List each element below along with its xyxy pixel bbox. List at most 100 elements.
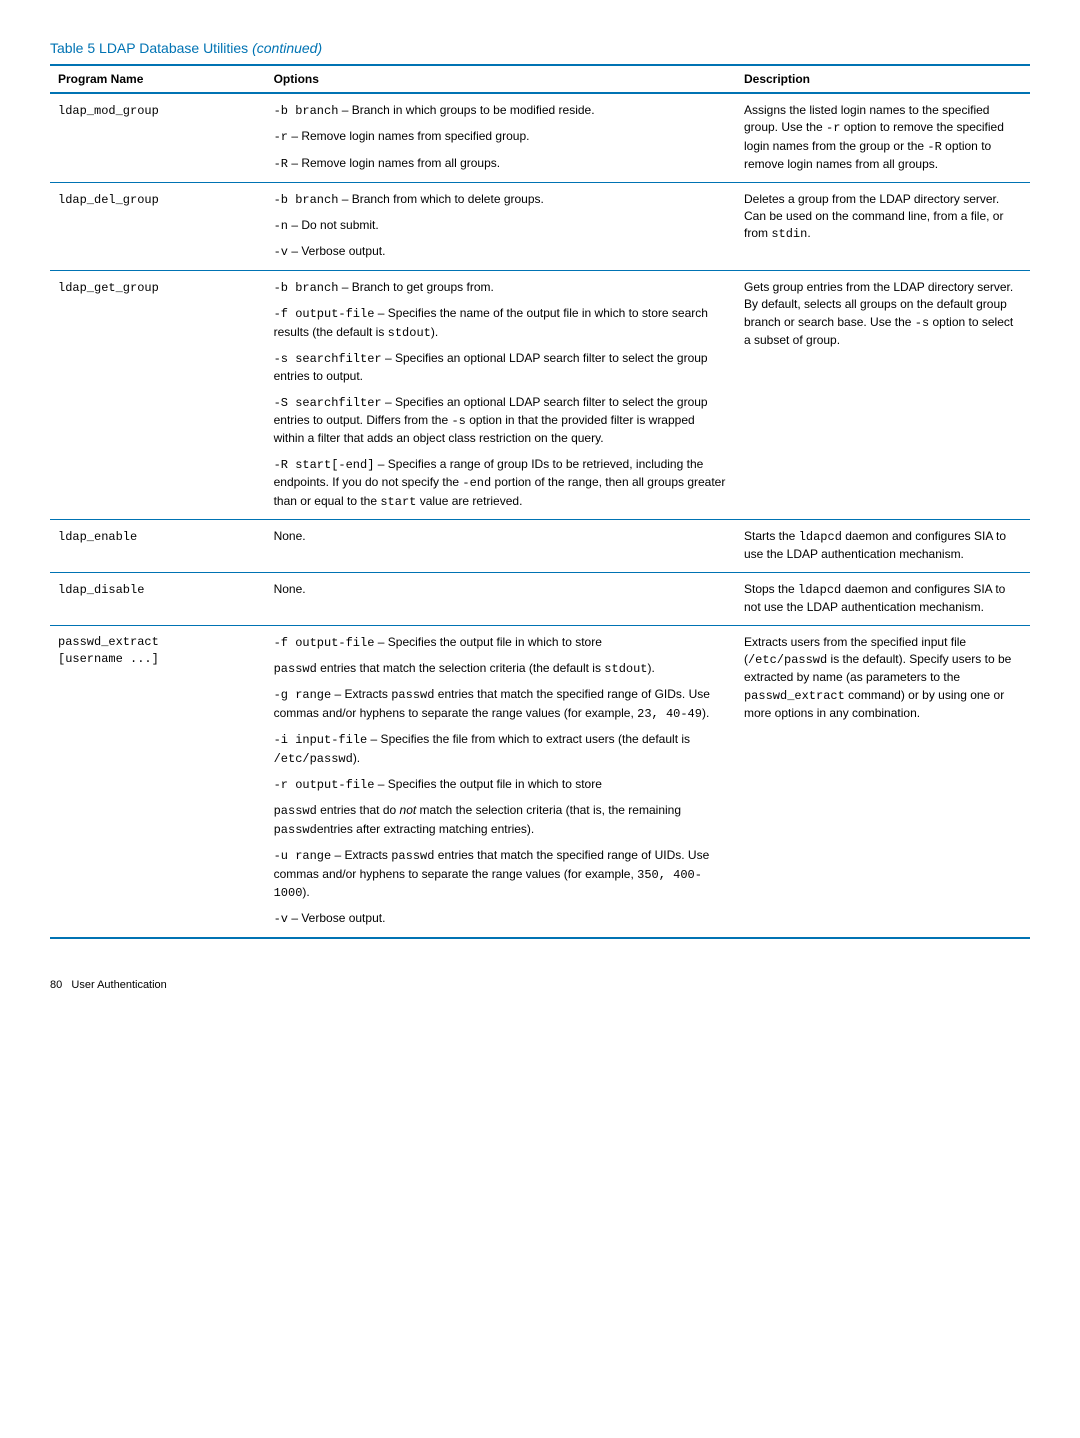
description-code: -R: [927, 140, 941, 154]
option-text: – Branch to get groups from.: [338, 280, 493, 294]
table-row: ldap_get_group -b branch – Branch to get…: [50, 270, 1030, 519]
option-block: -R – Remove login names from all groups.: [274, 155, 728, 173]
option-text: ).: [431, 325, 438, 339]
option-block: -g range – Extracts passwd entries that …: [274, 686, 728, 723]
option-flag: -u range: [274, 849, 332, 863]
program-name: ldap_get_group: [58, 281, 159, 295]
description-cell: Starts the ldapcd daemon and configures …: [736, 520, 1030, 573]
program-name: passwd_extract: [58, 634, 258, 651]
option-text: – Branch from which to delete groups.: [338, 192, 543, 206]
description-text: Stops the: [744, 582, 798, 596]
option-text: – Branch in which groups to be modified …: [338, 103, 594, 117]
option-code: passwd: [391, 849, 434, 863]
description-cell: Deletes a group from the LDAP directory …: [736, 182, 1030, 270]
option-block: -v – Verbose output.: [274, 243, 728, 261]
page-footer: 80 User Authentication: [50, 979, 1030, 991]
option-text: – Specifies the output file in which to …: [374, 777, 601, 791]
description-cell: Extracts users from the specified input …: [736, 625, 1030, 938]
option-block: -s searchfilter – Specifies an optional …: [274, 350, 728, 386]
option-code: passwd: [274, 804, 317, 818]
table-caption: Table 5 LDAP Database Utilities (continu…: [50, 40, 1030, 56]
option-text: entries that match the selection criteri…: [317, 661, 604, 675]
description-text: .: [807, 226, 810, 240]
option-text: entries after extracting matching entrie…: [317, 822, 534, 836]
ldap-utilities-table: Program Name Options Description ldap_mo…: [50, 64, 1030, 939]
description-code: passwd_extract: [744, 689, 845, 703]
option-block: -u range – Extracts passwd entries that …: [274, 847, 728, 902]
header-program-name: Program Name: [50, 65, 266, 93]
option-block: -v – Verbose output.: [274, 910, 728, 928]
program-name-args: [username ...]: [58, 651, 258, 668]
table-row: ldap_mod_group -b branch – Branch in whi…: [50, 93, 1030, 182]
table-row: ldap_del_group -b branch – Branch from w…: [50, 182, 1030, 270]
option-block: -i input-file – Specifies the file from …: [274, 731, 728, 768]
option-code: -s: [451, 414, 465, 428]
option-text: – Specifies the output file in which to …: [374, 635, 601, 649]
option-flag: -b branch: [274, 193, 339, 207]
description-cell: Stops the ldapcd daemon and configures S…: [736, 572, 1030, 625]
option-text: – Verbose output.: [288, 244, 385, 258]
option-italic: not: [400, 803, 417, 817]
option-text: – Remove login names from specified grou…: [288, 129, 529, 143]
table-row: passwd_extract [username ...] -f output-…: [50, 625, 1030, 938]
option-block: -f output-file – Specifies the output fi…: [274, 634, 728, 652]
option-block: -b branch – Branch in which groups to be…: [274, 102, 728, 120]
program-name: ldap_disable: [58, 583, 144, 597]
option-text: – Specifies the file from which to extra…: [367, 732, 690, 746]
option-flag: -R start[-end]: [274, 458, 375, 472]
option-block: -b branch – Branch from which to delete …: [274, 191, 728, 209]
description-code: -s: [915, 316, 929, 330]
option-block: -n – Do not submit.: [274, 217, 728, 235]
option-block: -R start[-end] – Specifies a range of gr…: [274, 456, 728, 511]
program-name: ldap_del_group: [58, 193, 159, 207]
description-text: Starts the: [744, 529, 799, 543]
description-code: -r: [826, 121, 840, 135]
description-code: /etc/passwd: [748, 653, 827, 667]
option-code: passwd: [274, 662, 317, 676]
option-code: stdout: [388, 326, 431, 340]
option-text: ).: [353, 751, 360, 765]
header-description: Description: [736, 65, 1030, 93]
option-flag: -i input-file: [274, 733, 368, 747]
option-flag: -S searchfilter: [274, 396, 382, 410]
option-text: ).: [702, 706, 709, 720]
option-flag: -f output-file: [274, 636, 375, 650]
option-code: passwd: [274, 823, 317, 837]
option-code: start: [380, 495, 416, 509]
option-text: – Verbose output.: [288, 911, 385, 925]
option-text: – Extracts: [331, 848, 391, 862]
option-flag: -n: [274, 219, 288, 233]
option-text: ).: [648, 661, 655, 675]
option-flag: -s searchfilter: [274, 352, 382, 366]
option-code: 23, 40-49: [637, 707, 702, 721]
option-text: value are retrieved.: [416, 494, 522, 508]
option-flag: -R: [274, 157, 288, 171]
option-flag: -f output-file: [274, 307, 375, 321]
program-name: ldap_mod_group: [58, 104, 159, 118]
table-row: ldap_disable None. Stops the ldapcd daem…: [50, 572, 1030, 625]
option-code: /etc/passwd: [274, 752, 353, 766]
description-cell: Assigns the listed login names to the sp…: [736, 93, 1030, 182]
option-block: -S searchfilter – Specifies an optional …: [274, 394, 728, 448]
option-text: ).: [302, 885, 309, 899]
option-block: -r – Remove login names from specified g…: [274, 128, 728, 146]
description-cell: Gets group entries from the LDAP directo…: [736, 270, 1030, 519]
option-text: None.: [274, 582, 306, 596]
option-text: – Do not submit.: [288, 218, 379, 232]
table-header-row: Program Name Options Description: [50, 65, 1030, 93]
option-block: -f output-file – Specifies the name of t…: [274, 305, 728, 342]
option-text: None.: [274, 529, 306, 543]
option-code: -end: [462, 476, 491, 490]
option-code: passwd: [391, 688, 434, 702]
option-flag: -r output-file: [274, 778, 375, 792]
option-block: passwd entries that do not match the sel…: [274, 802, 728, 839]
table-title-text: Table 5 LDAP Database Utilities: [50, 40, 252, 56]
header-options: Options: [266, 65, 736, 93]
option-text: – Remove login names from all groups.: [288, 156, 500, 170]
option-block: -r output-file – Specifies the output fi…: [274, 776, 728, 794]
option-text: – Extracts: [331, 687, 391, 701]
option-text: match the selection criteria (that is, t…: [416, 803, 681, 817]
description-code: stdin: [771, 227, 807, 241]
option-flag: -b branch: [274, 281, 339, 295]
option-flag: -v: [274, 245, 288, 259]
